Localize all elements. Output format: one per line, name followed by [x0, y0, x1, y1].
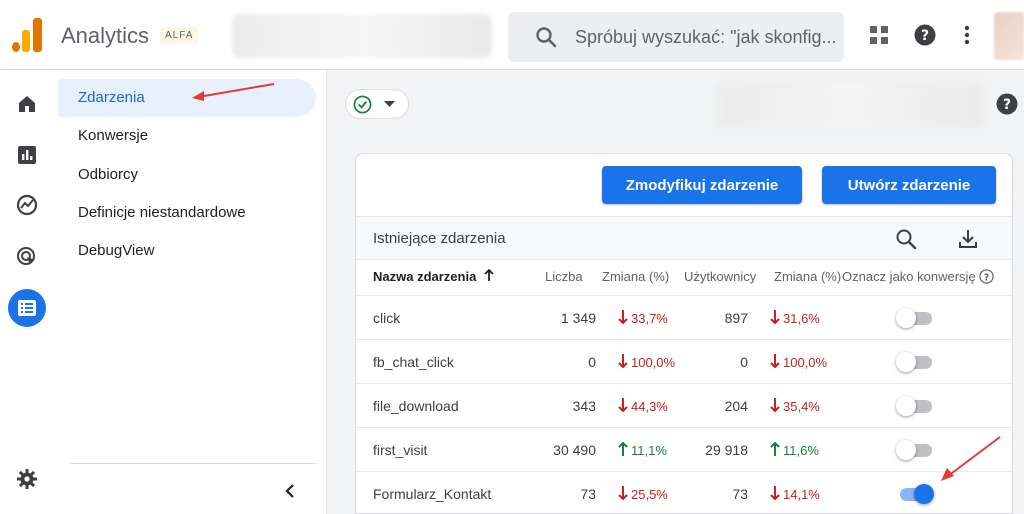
- arrow-down-icon: [770, 310, 780, 327]
- arrow-down-icon: [770, 486, 780, 503]
- arrow-down-icon: [770, 398, 780, 415]
- configure-icon[interactable]: [16, 297, 38, 319]
- help-icon[interactable]: ?: [914, 24, 936, 46]
- arrow-down-icon: [770, 354, 780, 371]
- event-users: 204: [724, 398, 748, 414]
- sidebar-item-odbiorcy[interactable]: Odbiorcy: [78, 166, 138, 183]
- col-header-users[interactable]: Użytkownicy: [684, 269, 756, 284]
- count-change: 100,0%: [618, 354, 675, 371]
- sidebar-item-konwersje[interactable]: Konwersje: [78, 127, 148, 144]
- conversion-toggle[interactable]: [896, 352, 934, 372]
- conversion-toggle[interactable]: [896, 484, 934, 504]
- app-title: Analytics: [61, 23, 150, 48]
- advertising-icon[interactable]: [16, 246, 38, 268]
- arrow-down-icon: [618, 354, 628, 371]
- table-row[interactable]: first_visit 30 490 11,1% 29 918 11,6%: [356, 427, 1012, 471]
- sidebar-item-zdarzenia[interactable]: Zdarzenia: [78, 89, 145, 106]
- count-change: 25,5%: [618, 486, 668, 503]
- event-count: 1 349: [560, 310, 596, 326]
- event-users: 897: [724, 310, 748, 326]
- settings-icon[interactable]: [16, 468, 38, 490]
- arrow-down-icon: [618, 486, 628, 503]
- events-card: Zmodyfikuj zdarzenie Utwórz zdarzenie Is…: [355, 153, 1013, 514]
- sidebar-item-debugview[interactable]: DebugView: [78, 242, 154, 259]
- event-name[interactable]: click: [373, 310, 400, 326]
- more-vert-icon[interactable]: [956, 24, 978, 46]
- col-header-count[interactable]: Liczba: [545, 269, 583, 284]
- table-row[interactable]: click 1 349 33,7% 897 31,6%: [356, 295, 1012, 339]
- conversion-toggle[interactable]: [896, 396, 934, 416]
- count-change: 44,3%: [618, 398, 668, 415]
- table-row[interactable]: Formularz_Kontakt 73 25,5% 73 14,1%: [356, 471, 1012, 513]
- col-header-name[interactable]: Nazwa zdarzenia: [373, 268, 494, 284]
- svg-text:?: ?: [984, 272, 989, 283]
- chevron-left-icon[interactable]: [282, 483, 298, 499]
- conversion-toggle[interactable]: [896, 308, 934, 328]
- events-table-header: Istniejące zdarzenia: [356, 216, 1012, 260]
- search-placeholder: Spróbuj wyszukać: "jak skonfig...: [575, 27, 837, 47]
- event-count: 73: [580, 486, 596, 502]
- event-users: 29 918: [705, 442, 748, 458]
- download-icon[interactable]: [956, 227, 980, 251]
- alpha-badge: ALFA: [160, 27, 199, 44]
- event-name[interactable]: fb_chat_click: [373, 354, 454, 370]
- event-name[interactable]: first_visit: [373, 442, 427, 458]
- search-icon: [536, 27, 557, 48]
- svg-text:?: ?: [1003, 97, 1011, 113]
- sort-arrow-up-icon: [484, 268, 494, 281]
- search-icon[interactable]: [894, 227, 918, 251]
- left-rail: [0, 70, 54, 514]
- top-app-bar: Analytics ALFA Spróbuj wyszukać: "jak sk…: [0, 0, 1024, 70]
- users-change: 11,6%: [770, 441, 819, 459]
- apps-grid-icon[interactable]: [868, 24, 890, 46]
- create-event-button[interactable]: Utwórz zdarzenie: [822, 166, 996, 204]
- modify-event-button[interactable]: Zmodyfikuj zdarzenie: [602, 166, 802, 204]
- event-count: 0: [588, 354, 596, 370]
- event-name[interactable]: file_download: [373, 398, 459, 414]
- count-change: 11,1%: [618, 441, 667, 459]
- event-name[interactable]: Formularz_Kontakt: [373, 486, 491, 502]
- users-change: 100,0%: [770, 354, 827, 371]
- table-row[interactable]: fb_chat_click 0 100,0% 0 100,0%: [356, 339, 1012, 383]
- dropdown-arrow-icon: [384, 101, 395, 107]
- help-outline-icon[interactable]: ?: [979, 269, 994, 284]
- analytics-logo-icon[interactable]: [12, 18, 42, 52]
- col-header-change1[interactable]: Zmiana (%): [602, 269, 669, 284]
- event-users: 73: [732, 486, 748, 502]
- section-title: Istniejące zdarzenia: [373, 230, 506, 247]
- users-change: 14,1%: [770, 486, 820, 503]
- col-header-conversion: Oznacz jako konwersję ?: [842, 269, 994, 284]
- page-help-icon[interactable]: ?: [996, 93, 1018, 115]
- reports-icon[interactable]: [16, 144, 38, 166]
- users-change: 35,4%: [770, 398, 820, 415]
- avatar[interactable]: [994, 12, 1024, 60]
- arrow-down-icon: [618, 310, 628, 327]
- account-selector-blurred[interactable]: [232, 14, 492, 58]
- table-row[interactable]: file_download 343 44,3% 204 35,4%: [356, 383, 1012, 427]
- event-count: 343: [572, 398, 596, 414]
- col-header-change2[interactable]: Zmiana (%): [774, 269, 841, 284]
- event-count: 30 490: [553, 442, 596, 458]
- nav-divider: [70, 463, 316, 464]
- date-range-blurred[interactable]: [718, 84, 982, 128]
- event-users: 0: [740, 354, 748, 370]
- comparison-filter-chip[interactable]: [345, 89, 409, 119]
- search-box[interactable]: Spróbuj wyszukać: "jak skonfig...: [508, 12, 844, 62]
- conversion-toggle[interactable]: [896, 440, 934, 460]
- arrow-up-icon: [618, 441, 628, 459]
- check-circle-icon: [353, 95, 372, 114]
- arrow-down-icon: [618, 398, 628, 415]
- home-icon[interactable]: [16, 93, 38, 115]
- count-change: 33,7%: [618, 310, 668, 327]
- explore-icon[interactable]: [16, 194, 38, 216]
- arrow-up-icon: [770, 441, 780, 459]
- side-nav: Zdarzenia Konwersje Odbiorcy Definicje n…: [54, 70, 327, 514]
- svg-text:?: ?: [921, 28, 929, 44]
- users-change: 31,6%: [770, 310, 820, 327]
- sidebar-item-definicje[interactable]: Definicje niestandardowe: [78, 204, 246, 221]
